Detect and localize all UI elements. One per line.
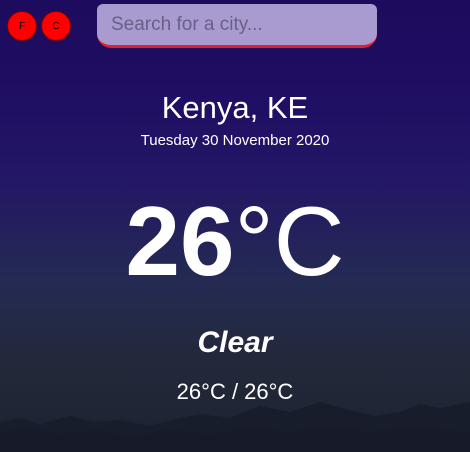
temperature-value: 26 — [125, 186, 235, 296]
temperature-display: 26°C — [0, 186, 470, 296]
location-title: Kenya, KE — [161, 90, 309, 125]
temperature-unit: °C — [234, 186, 345, 296]
fahrenheit-button[interactable]: F — [7, 11, 37, 41]
city-search-input[interactable] — [97, 4, 377, 48]
date-label: Tuesday 30 November 2020 — [140, 132, 330, 149]
weather-condition: Clear — [197, 326, 273, 359]
mountain-silhouette-decoration — [0, 402, 470, 452]
celsius-button[interactable]: C — [41, 11, 71, 41]
